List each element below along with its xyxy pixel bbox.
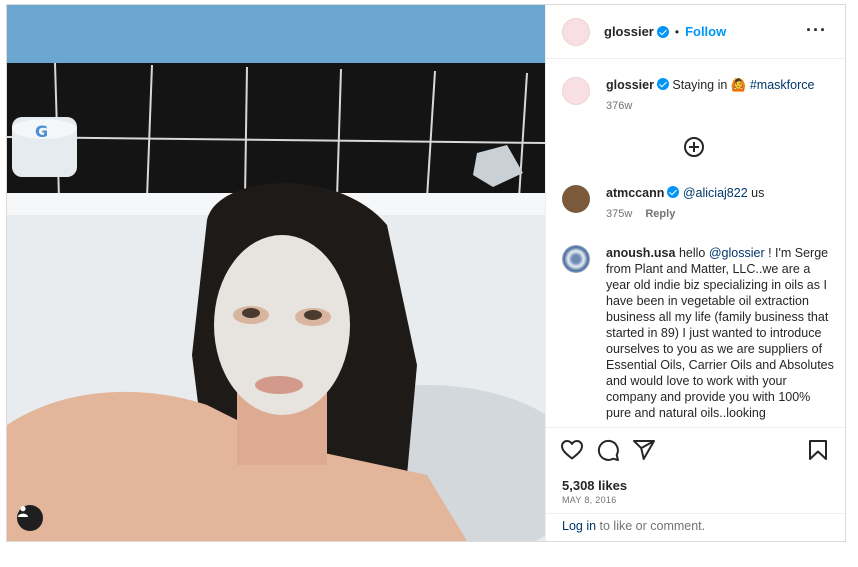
more-dots-icon[interactable]: ··· (806, 21, 827, 39)
bookmark-icon[interactable] (806, 438, 830, 462)
commenter-avatar[interactable] (562, 245, 590, 273)
heart-icon[interactable] (560, 438, 584, 462)
comment-time: 375w (606, 208, 633, 220)
login-prompt: Log in to like or comment. (546, 513, 845, 541)
likes-count[interactable]: 5,308 likes (562, 478, 627, 493)
comment-text: ! I'm Serge from Plant and Matter, LLC..… (606, 246, 834, 420)
separator-dot: • (674, 24, 680, 39)
post-card: G glossier • Follow ··· glossier Staying… (6, 4, 846, 542)
comment-icon[interactable] (596, 438, 620, 462)
verified-badge-icon (656, 25, 669, 38)
comment-username[interactable]: atmccann (606, 186, 664, 200)
post-header: glossier • Follow ··· (546, 5, 845, 59)
photo-illustration: G (7, 5, 545, 541)
action-icons-row (560, 438, 830, 464)
comment-mention[interactable]: @glossier (709, 246, 765, 260)
caption-hashtag[interactable]: #maskforce (750, 78, 815, 92)
comment-username[interactable]: anoush.usa (606, 246, 675, 260)
comment-meta: 375w Reply (606, 206, 834, 222)
comment-prefix: hello (678, 246, 709, 260)
caption-username[interactable]: glossier (606, 78, 654, 92)
caption-body: glossier Staying in 🙆 #maskforce 376w (606, 77, 834, 114)
login-link[interactable]: Log in (562, 519, 596, 533)
login-suffix: to like or comment. (596, 519, 706, 533)
comment-body: atmccann @aliciaj822 us 375w Reply (606, 185, 834, 222)
comment-text: us (747, 186, 765, 200)
caption-avatar[interactable] (562, 77, 590, 105)
comment-body: anoush.usa hello @glossier ! I'm Serge f… (606, 245, 834, 421)
verified-badge-icon (656, 78, 669, 90)
svg-text:G: G (35, 122, 48, 141)
comments-list[interactable]: glossier Staying in 🙆 #maskforce 376w at… (546, 59, 845, 427)
verified-badge-icon (667, 186, 680, 198)
post-date: MAY 8, 2016 (562, 495, 617, 505)
load-more-comments-icon[interactable] (684, 137, 704, 157)
caption-text: Staying in 🙆 (672, 78, 750, 92)
follow-button[interactable]: Follow (685, 24, 726, 39)
comment-mention[interactable]: @aliciaj822 (683, 186, 748, 200)
post-actions: 5,308 likes MAY 8, 2016 Log in to like o… (546, 427, 845, 541)
caption-time: 376w (606, 100, 633, 112)
person-icon (18, 506, 28, 517)
author-username[interactable]: glossier (604, 24, 654, 39)
post-photo[interactable]: G (7, 5, 545, 541)
tagged-user-button[interactable] (17, 505, 43, 531)
share-icon[interactable] (632, 438, 656, 462)
caption-meta: 376w (606, 98, 834, 114)
reply-button[interactable]: Reply (645, 208, 675, 220)
post-side-panel: glossier • Follow ··· glossier Staying i… (545, 5, 845, 541)
commenter-avatar[interactable] (562, 185, 590, 213)
author-avatar[interactable] (562, 17, 590, 46)
